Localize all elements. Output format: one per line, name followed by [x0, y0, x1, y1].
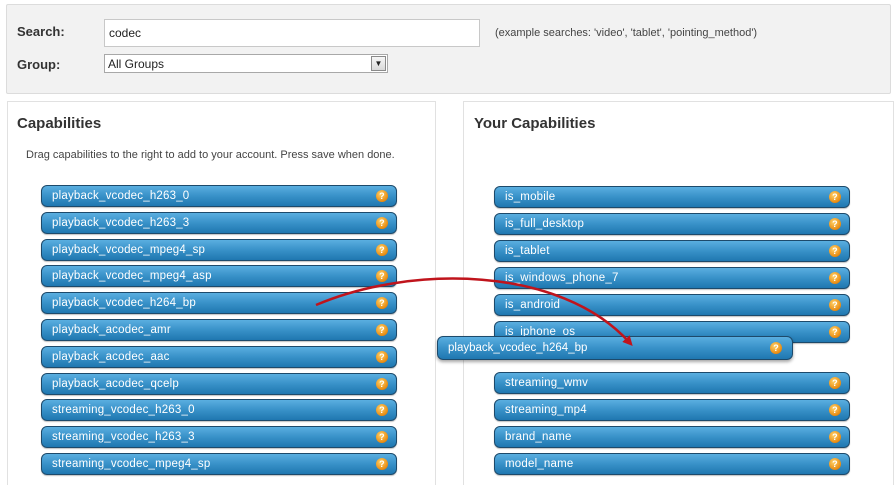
capability-label: streaming_vcodec_h263_3	[52, 431, 195, 444]
capability-item[interactable]: is_windows_phone_7?	[494, 267, 850, 289]
capability-item[interactable]: streaming_wmv?	[494, 372, 850, 394]
info-icon[interactable]: ?	[376, 431, 388, 444]
search-label: Search:	[17, 24, 65, 39]
info-icon[interactable]: ?	[376, 377, 388, 390]
capability-item[interactable]: is_mobile?	[494, 186, 850, 208]
info-icon[interactable]: ?	[829, 377, 841, 389]
info-icon[interactable]: ?	[376, 458, 388, 470]
capability-item[interactable]: playback_vcodec_h263_3?	[41, 211, 397, 234]
info-icon[interactable]: ?	[376, 350, 388, 363]
capability-item[interactable]: is_full_desktop?	[494, 213, 850, 235]
info-icon[interactable]: ?	[829, 245, 841, 257]
capability-item[interactable]: brand_name?	[494, 426, 850, 448]
capability-item[interactable]: playback_vcodec_h263_0?	[41, 185, 397, 207]
capability-item[interactable]: playback_vcodec_h264_bp?	[41, 292, 397, 315]
capability-label: playback_vcodec_h263_3	[52, 216, 190, 229]
capabilities-title: Capabilities	[17, 115, 102, 132]
info-icon[interactable]: ?	[376, 270, 388, 283]
capability-label: playback_vcodec_h264_bp	[52, 297, 196, 310]
info-icon[interactable]: ?	[376, 404, 388, 417]
capability-label: is_full_desktop	[505, 218, 585, 230]
capability-item[interactable]: streaming_vcodec_h263_0?	[41, 399, 397, 422]
info-icon[interactable]: ?	[829, 458, 841, 470]
info-icon[interactable]: ?	[829, 218, 841, 230]
capabilities-panel: Capabilities Drag capabilities to the ri…	[7, 101, 436, 485]
info-icon[interactable]: ?	[829, 404, 841, 416]
capability-item[interactable]: is_tablet?	[494, 240, 850, 262]
capability-item[interactable]: streaming_mp4?	[494, 399, 850, 421]
capability-label: model_name	[505, 458, 574, 470]
capability-item[interactable]: playback_acodec_aac?	[41, 345, 397, 368]
capability-label: playback_acodec_aac	[52, 350, 170, 363]
capability-item[interactable]: playback_vcodec_mpeg4_sp?	[41, 238, 397, 261]
search-panel: Search: (example searches: 'video', 'tab…	[6, 4, 891, 94]
info-icon[interactable]: ?	[829, 431, 841, 443]
your-capabilities-title: Your Capabilities	[474, 115, 596, 132]
info-icon[interactable]: ?	[829, 299, 841, 311]
capability-item[interactable]: streaming_vcodec_mpeg4_sp?	[41, 453, 397, 475]
dropdown-arrow-icon[interactable]: ▼	[371, 56, 386, 71]
capability-label: brand_name	[505, 431, 572, 443]
capability-item[interactable]: playback_vcodec_mpeg4_asp?	[41, 265, 397, 288]
capability-label: is_mobile	[505, 191, 556, 203]
capability-item[interactable]: playback_acodec_qcelp?	[41, 372, 397, 395]
info-icon[interactable]: ?	[376, 297, 388, 310]
group-label: Group:	[17, 57, 61, 72]
capability-item[interactable]: streaming_vcodec_h263_3?	[41, 426, 397, 449]
info-icon[interactable]: ?	[770, 342, 782, 354]
capability-label: streaming_vcodec_mpeg4_sp	[52, 458, 211, 470]
capability-label: playback_acodec_amr	[52, 324, 171, 336]
capability-item[interactable]: model_name?	[494, 453, 850, 475]
capability-label: streaming_mp4	[505, 404, 587, 416]
capability-label: playback_vcodec_h263_0	[52, 190, 190, 202]
capability-label: streaming_vcodec_h263_0	[52, 404, 195, 417]
capability-label: playback_acodec_qcelp	[52, 377, 179, 390]
info-icon[interactable]: ?	[376, 243, 388, 256]
group-select-value: All Groups	[108, 57, 165, 71]
search-input[interactable]	[104, 19, 480, 47]
info-icon[interactable]: ?	[829, 191, 841, 203]
drag-instructions: Drag capabilities to the right to add to…	[26, 149, 395, 161]
info-icon[interactable]: ?	[829, 272, 841, 284]
info-icon[interactable]: ?	[829, 326, 841, 338]
capability-label: playback_vcodec_mpeg4_asp	[52, 270, 212, 283]
search-hint: (example searches: 'video', 'tablet', 'p…	[495, 27, 758, 39]
capability-label: is_android	[505, 299, 561, 311]
capability-item[interactable]: playback_acodec_amr?	[41, 319, 397, 341]
capability-label: is_tablet	[505, 245, 550, 257]
info-icon[interactable]: ?	[376, 324, 388, 336]
group-select[interactable]: All Groups ▼	[104, 54, 388, 73]
capability-label: playback_vcodec_mpeg4_sp	[52, 243, 206, 256]
capability-label: is_windows_phone_7	[505, 272, 619, 284]
info-icon[interactable]: ?	[376, 190, 388, 202]
info-icon[interactable]: ?	[376, 216, 388, 229]
dragged-capability-item[interactable]: playback_vcodec_h264_bp ?	[437, 336, 793, 360]
your-capabilities-panel: Your Capabilities is_mobile? is_full_desk…	[463, 101, 894, 485]
capability-item[interactable]: is_android?	[494, 294, 850, 316]
dragged-capability-label: playback_vcodec_h264_bp	[448, 342, 588, 354]
capability-label: streaming_wmv	[505, 377, 589, 389]
